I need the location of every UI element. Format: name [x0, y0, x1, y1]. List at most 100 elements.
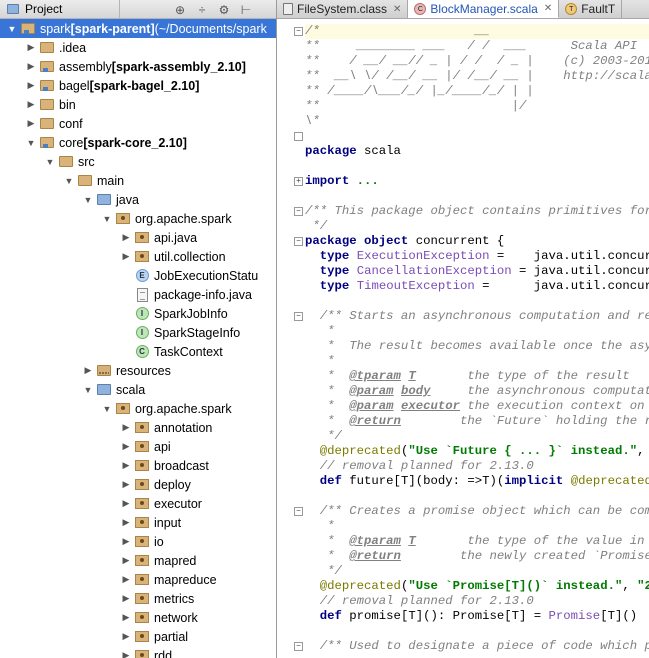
expand-arrow-icon[interactable]: ▶ — [118, 612, 134, 623]
tree-node-label: scala — [116, 382, 146, 397]
expand-arrow-icon[interactable]: ▶ — [118, 479, 134, 490]
code-token: def — [319, 474, 342, 488]
expand-arrow-icon[interactable]: ▶ — [23, 80, 39, 91]
tree-node[interactable]: E JobExecutionStatu — [0, 266, 276, 285]
tree-node[interactable]: ▼ main — [0, 171, 276, 190]
collapse-arrow-icon[interactable]: ▼ — [42, 157, 58, 167]
tree-node[interactable]: I SparkJobInfo — [0, 304, 276, 323]
fold-marker-icon[interactable]: − — [294, 312, 303, 321]
code-token: */ — [305, 219, 328, 233]
package-shape — [135, 650, 149, 658]
code-line: */ — [305, 429, 342, 444]
tree-node[interactable]: ▼ java — [0, 190, 276, 209]
collapse-arrow-icon[interactable]: ▼ — [80, 385, 96, 395]
code-line: * @param body the asynchronous computati… — [305, 384, 649, 399]
tree-node[interactable]: ▶ metrics — [0, 589, 276, 608]
fold-marker-icon[interactable]: − — [294, 207, 303, 216]
tree-node[interactable]: ▶ rdd — [0, 646, 276, 658]
code-token: concurrent { — [408, 234, 505, 248]
scala-file-icon: C — [414, 2, 427, 15]
tree-node[interactable]: ▶ util.collection — [0, 247, 276, 266]
tree-node[interactable]: ▶ conf — [0, 114, 276, 133]
tree-node[interactable]: ▶ io — [0, 532, 276, 551]
editor-tab[interactable]: C BlockManager.scala ✕ — [408, 0, 560, 18]
editor-tab[interactable]: FileSystem.class ✕ — [277, 0, 409, 18]
tree-node[interactable]: ▶ resources — [0, 361, 276, 380]
expand-arrow-icon[interactable]: ▶ — [118, 650, 134, 658]
tree-node[interactable]: ▶ api — [0, 437, 276, 456]
tree-node[interactable]: ▼ scala — [0, 380, 276, 399]
tree-node[interactable]: ▶ bagel [spark-bagel_2.10] — [0, 76, 276, 95]
collapse-arrow-icon[interactable]: ▼ — [80, 195, 96, 205]
code-token: */ — [305, 564, 342, 578]
expand-arrow-icon[interactable]: ▶ — [23, 118, 39, 129]
tree-node[interactable]: ▶ .idea — [0, 38, 276, 57]
tree-node[interactable]: I SparkStageInfo — [0, 323, 276, 342]
expand-arrow-icon[interactable]: ▶ — [118, 536, 134, 547]
collapse-arrow-icon[interactable]: ▼ — [61, 176, 77, 186]
expand-arrow-icon[interactable]: ▶ — [118, 460, 134, 471]
fold-marker-icon[interactable]: − — [294, 507, 303, 516]
tree-node[interactable]: ▼ spark [spark-parent] (~/Documents/spark — [0, 19, 276, 38]
tree-node[interactable]: ▶ input — [0, 513, 276, 532]
tree-node[interactable]: ▶ deploy — [0, 475, 276, 494]
close-tab-icon[interactable]: ✕ — [544, 3, 552, 14]
code-token: // removal planned for 2.13.0 — [305, 594, 534, 608]
tree-node[interactable]: ▶ bin — [0, 95, 276, 114]
expand-arrow-icon[interactable]: ▶ — [80, 365, 96, 376]
expand-arrow-icon[interactable]: ▶ — [118, 498, 134, 509]
tree-node[interactable]: ▶ mapred — [0, 551, 276, 570]
scroll-from-source-icon[interactable]: ⊕ — [170, 3, 190, 17]
tree-node[interactable]: ▶ mapreduce — [0, 570, 276, 589]
fold-marker-icon[interactable]: + — [294, 177, 303, 186]
fold-marker-icon[interactable]: − — [294, 237, 303, 246]
tree-node[interactable]: ▶ api.java — [0, 228, 276, 247]
fold-marker-icon[interactable] — [294, 132, 303, 141]
expand-arrow-icon[interactable]: ▶ — [118, 422, 134, 433]
close-tab-icon[interactable]: ✕ — [393, 4, 401, 15]
expand-arrow-icon[interactable]: ▶ — [118, 631, 134, 642]
code-line: @deprecated("Use `Future { ... }` instea… — [305, 444, 649, 459]
expand-arrow-icon[interactable]: ▶ — [118, 517, 134, 528]
tree-node[interactable]: ▼ core [spark-core_2.10] — [0, 133, 276, 152]
collapse-all-icon[interactable]: ÷ — [192, 3, 212, 17]
fold-marker-icon[interactable]: − — [294, 27, 303, 36]
resources-folder-icon — [96, 363, 112, 379]
package-icon — [134, 553, 150, 569]
tree-node[interactable]: ▶ network — [0, 608, 276, 627]
expand-arrow-icon[interactable]: ▶ — [118, 251, 134, 262]
collapse-arrow-icon[interactable]: ▼ — [23, 138, 39, 148]
tree-node[interactable]: package-info.java — [0, 285, 276, 304]
code-token: \* — [305, 114, 320, 128]
editor-tab-label: FaultT — [581, 2, 616, 16]
tree-node[interactable]: ▼ org.apache.spark — [0, 399, 276, 418]
collapse-arrow-icon[interactable]: ▼ — [99, 214, 115, 224]
collapse-arrow-icon[interactable]: ▼ — [99, 404, 115, 414]
expand-arrow-icon[interactable]: ▶ — [118, 232, 134, 243]
tree-node[interactable]: C TaskContext — [0, 342, 276, 361]
expand-arrow-icon[interactable]: ▶ — [118, 574, 134, 585]
expand-arrow-icon[interactable]: ▶ — [118, 441, 134, 452]
project-view-selector[interactable]: Project — [0, 0, 120, 19]
tree-node[interactable]: ▶ annotation — [0, 418, 276, 437]
tree-node[interactable]: ▶ partial — [0, 627, 276, 646]
expand-arrow-icon[interactable]: ▶ — [118, 555, 134, 566]
code-token: package — [305, 144, 357, 158]
gear-icon[interactable]: ⚙ — [214, 3, 234, 17]
tree-node[interactable]: ▶ broadcast — [0, 456, 276, 475]
expand-arrow-icon[interactable]: ▶ — [23, 42, 39, 53]
expand-arrow-icon[interactable]: ▶ — [23, 61, 39, 72]
code-token: * — [305, 369, 350, 383]
editor-tab[interactable]: T FaultT — [559, 0, 623, 18]
expand-arrow-icon[interactable]: ▶ — [23, 99, 39, 110]
tree-node[interactable]: ▼ src — [0, 152, 276, 171]
collapse-arrow-icon[interactable]: ▼ — [4, 24, 20, 34]
code-area[interactable]: /* __ ** ________ ___ / / ___ Scala API **… — [305, 19, 649, 658]
tree-node[interactable]: ▶ assembly [spark-assembly_2.10] — [0, 57, 276, 76]
tree-node[interactable]: ▼ org.apache.spark — [0, 209, 276, 228]
hide-panel-icon[interactable]: ⊢ — [236, 3, 256, 17]
expand-arrow-icon[interactable]: ▶ — [118, 593, 134, 604]
tree-node[interactable]: ▶ executor — [0, 494, 276, 513]
fold-marker-icon[interactable]: − — [294, 642, 303, 651]
folder-icon — [58, 154, 74, 170]
